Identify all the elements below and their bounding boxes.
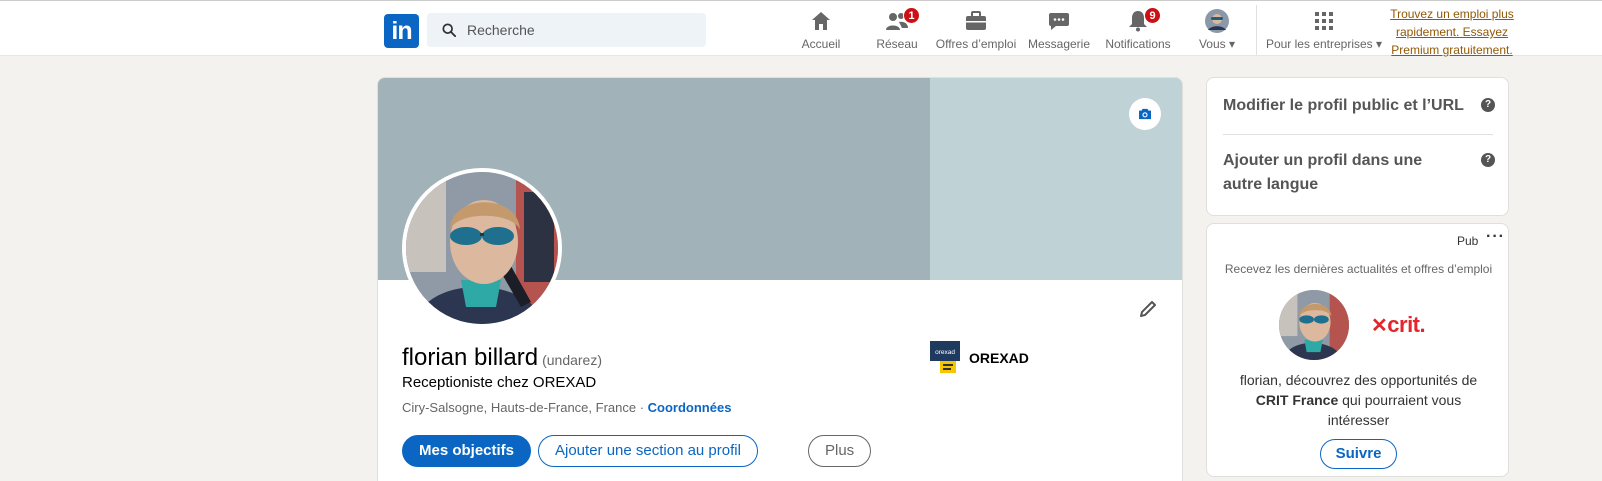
ad-message: florian, découvrez des opportunités de C… xyxy=(1227,370,1490,430)
edit-public-profile-link[interactable]: Modifier le profil public et l’URL ? xyxy=(1223,94,1495,118)
help-icon[interactable]: ? xyxy=(1481,153,1495,167)
profile-name: florian billard xyxy=(402,344,539,371)
ad-user-avatar xyxy=(1279,290,1349,360)
my-goals-button[interactable]: Mes objectifs xyxy=(402,435,532,467)
profile-name-line: florian billard (undarez) xyxy=(402,344,602,372)
crit-logo-icon: ✕crit. xyxy=(1371,312,1426,337)
orexad-logo-text: orexad xyxy=(935,349,955,356)
network-icon: 1 xyxy=(866,7,928,33)
search-box[interactable] xyxy=(427,13,706,47)
home-icon xyxy=(790,9,852,33)
nav-me[interactable]: Vous ▾ xyxy=(1186,9,1248,53)
profile-photo[interactable] xyxy=(402,168,562,328)
profile-pronunciation: (undarez) xyxy=(542,352,602,368)
nav-messaging-label: Messagerie xyxy=(1027,37,1091,51)
edit-public-profile-label: Modifier le profil public et l’URL xyxy=(1223,97,1464,114)
messaging-icon xyxy=(1024,9,1094,33)
divider xyxy=(1223,134,1493,135)
edit-profile-button[interactable] xyxy=(1134,295,1162,323)
search-icon xyxy=(442,23,456,37)
nav-network[interactable]: 1 Réseau xyxy=(866,7,928,53)
nav-home[interactable]: Accueil xyxy=(790,9,852,53)
grid-icon xyxy=(1262,9,1386,33)
more-button[interactable]: Plus xyxy=(808,435,872,467)
linkedin-logo-icon[interactable]: in xyxy=(384,14,419,48)
ad-tag: Pub xyxy=(1457,234,1479,248)
nav-jobs[interactable]: Offres d’emploi xyxy=(932,9,1020,53)
add-profile-section-button[interactable]: Ajouter une section au profil xyxy=(538,435,758,467)
ad-message-end: qui pourraient vous intéresser xyxy=(1327,392,1462,428)
top-navigation: in Accueil 1 Réseau Offres d’emploi M xyxy=(0,0,1602,59)
bell-icon: 9 xyxy=(1098,7,1178,33)
contact-info-link[interactable]: Coordonnées xyxy=(648,400,732,415)
nav-for-business-label: Pour les entreprises ▾ xyxy=(1265,37,1383,51)
orexad-logo-icon: orexad xyxy=(930,341,960,375)
help-icon[interactable]: ? xyxy=(1481,98,1495,112)
search-input[interactable] xyxy=(467,13,697,47)
chevron-down-icon: ▾ xyxy=(1376,37,1383,51)
briefcase-icon xyxy=(932,9,1020,33)
nav-home-label: Accueil xyxy=(801,37,841,51)
profile-card: florian billard (undarez) Receptioniste c… xyxy=(377,77,1183,481)
profile-location: Ciry-Salsogne, Hauts-de-France, France · xyxy=(402,400,645,415)
ad-company: CRIT France xyxy=(1255,392,1339,408)
add-language-profile-label: Ajouter un profil dans une autre langue xyxy=(1223,152,1423,193)
nav-messaging[interactable]: Messagerie xyxy=(1024,9,1094,53)
premium-trial-link[interactable]: Trouvez un emploi plus rapidement. Essay… xyxy=(1389,5,1515,59)
avatar-icon xyxy=(1186,9,1248,33)
follow-button[interactable]: Suivre xyxy=(1320,439,1397,469)
current-company-name: OREXAD xyxy=(969,350,1029,366)
chevron-down-icon: ▾ xyxy=(1229,37,1236,51)
nav-notifications-label: Notifications xyxy=(1105,37,1171,51)
nav-divider xyxy=(1256,5,1257,55)
network-badge: 1 xyxy=(903,7,920,24)
crit-brand-text: crit. xyxy=(1387,312,1426,337)
pencil-icon xyxy=(1140,301,1156,317)
nav-network-label: Réseau xyxy=(876,37,918,51)
edit-banner-button[interactable] xyxy=(1129,98,1161,130)
ad-message-start: florian, découvrez des opportunités de xyxy=(1239,372,1478,388)
profile-settings-card: Modifier le profil public et l’URL ? Ajo… xyxy=(1206,77,1509,216)
nav-me-label: Vous ▾ xyxy=(1198,37,1236,51)
notifications-badge: 9 xyxy=(1144,7,1161,24)
current-company[interactable]: orexad OREXAD xyxy=(930,341,1029,375)
more-options-icon[interactable]: ··· xyxy=(1486,228,1505,246)
nav-jobs-label: Offres d’emploi xyxy=(935,37,1017,51)
ad-intro-text: Recevez les dernières actualités et offr… xyxy=(1224,262,1493,276)
add-language-profile-link[interactable]: Ajouter un profil dans une autre langue … xyxy=(1223,149,1495,197)
ad-card: Pub ··· Recevez les dernières actualités… xyxy=(1206,223,1509,477)
camera-icon xyxy=(1139,108,1151,120)
profile-headline: Receptioniste chez OREXAD xyxy=(402,374,597,391)
profile-location-line: Ciry-Salsogne, Hauts-de-France, France ·… xyxy=(402,400,731,415)
nav-notifications[interactable]: 9 Notifications xyxy=(1098,7,1178,53)
nav-for-business[interactable]: Pour les entreprises ▾ xyxy=(1262,9,1386,53)
